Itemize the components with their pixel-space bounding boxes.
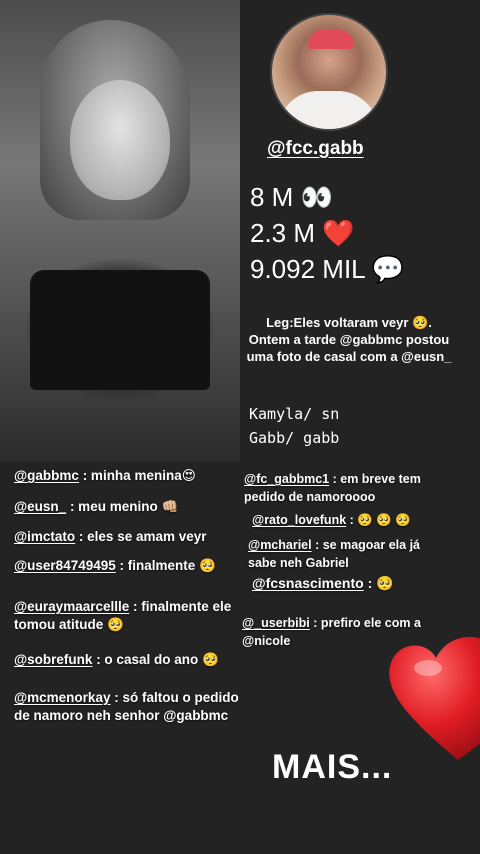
story-caption: Leg:Eles voltaram veyr 🥺. Ontem a tarde @… — [244, 314, 454, 365]
comment-left: @user84749495 : finalmente 🥺 — [14, 557, 234, 575]
comments-stat: 9.092 MIL 💬 — [250, 254, 405, 284]
comment-left: @eusn_ : meu menino 👊🏼 — [14, 498, 244, 516]
more-label[interactable]: MAIS... — [272, 748, 392, 787]
comment-user[interactable]: @imctato — [14, 529, 75, 544]
comment-left: @imctato : eles se amam veyr — [14, 528, 244, 546]
comment-text: : finalmente 🥺 — [115, 558, 216, 573]
comment-right: @fc_gabbmc1 : em breve tem pedido de nam… — [244, 470, 444, 506]
comment-user[interactable]: @rato_lovefunk — [252, 513, 346, 527]
avatar-cap-shape — [308, 29, 354, 49]
avatar-shirt-shape — [278, 91, 378, 129]
comment-user[interactable]: @mchariel — [248, 538, 312, 552]
comment-user[interactable]: @eusn_ — [14, 499, 66, 514]
comment-user[interactable]: @mcmenorkay — [14, 690, 110, 705]
ship-line-2: Gabb/ gabb — [249, 429, 340, 447]
comment-left: @gabbmc : minha menina😍 — [14, 467, 244, 485]
comment-user[interactable]: @gabbmc — [14, 468, 79, 483]
comment-text: : 🥺 🥺 🥺 — [346, 513, 411, 527]
comment-user[interactable]: @user84749495 — [14, 558, 116, 573]
comment-text: : o casal do ano 🥺 — [92, 652, 219, 667]
profile-handle[interactable]: @fcc.gabb — [267, 138, 364, 160]
comment-right: @rato_lovefunk : 🥺 🥺 🥺 — [252, 511, 452, 529]
story-photo — [0, 0, 240, 462]
comment-user[interactable]: @fcsnascimento — [252, 575, 364, 591]
comment-text: : eles se amam veyr — [75, 529, 207, 544]
likes-stat: 2.3 M ❤️ — [250, 218, 355, 248]
comment-left: @sobrefunk : o casal do ano 🥺 — [14, 651, 244, 669]
big-red-heart-sticker-icon — [389, 636, 480, 760]
ship-line-1: Kamyla/ sn — [249, 405, 340, 423]
comment-text: : meu menino 👊🏼 — [66, 499, 179, 514]
profile-avatar[interactable] — [270, 13, 388, 131]
comment-user[interactable]: @sobrefunk — [14, 652, 92, 667]
comment-right: @fcsnascimento : 🥺 — [252, 574, 462, 592]
views-stat: 8 M 👀 — [250, 182, 333, 212]
comment-user[interactable]: @fc_gabbmc1 — [244, 472, 329, 486]
comment-right: @mchariel : se magoar ela já sabe neh Ga… — [248, 536, 448, 572]
comment-text: : minha menina😍 — [78, 468, 196, 483]
comment-user[interactable]: @_userbibi — [242, 616, 310, 630]
comment-user[interactable]: @euraymaarcellle — [14, 599, 129, 614]
photo-top-shape — [30, 270, 210, 390]
comment-text: : 🥺 — [363, 575, 394, 591]
caption-text: Leg:Eles voltaram veyr 🥺. Ontem a tarde @… — [246, 315, 452, 364]
comment-left: @mcmenorkay : só faltou o pedido de namo… — [14, 689, 254, 725]
photo-face-shape — [70, 80, 170, 200]
comment-left: @euraymaarcellle : finalmente ele tomou … — [14, 598, 244, 634]
